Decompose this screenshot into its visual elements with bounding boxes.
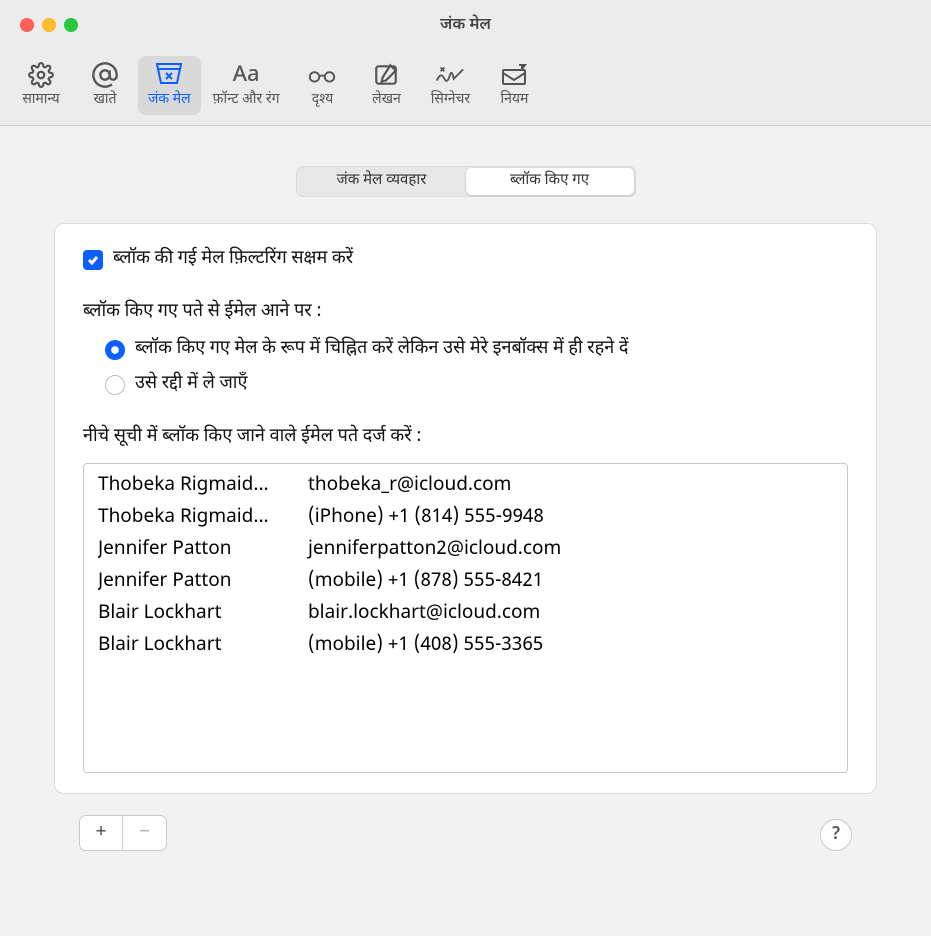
- signature-icon: [435, 60, 465, 90]
- junk-box-icon: [154, 60, 184, 90]
- glasses-icon: [307, 60, 337, 90]
- preferences-toolbar: सामान्य खाते जंक मेल Aa फ़ॉन्ट और रंग दृ…: [0, 50, 931, 126]
- segmented-control: जंक मेल व्यवहार ब्लॉक किए गए: [296, 166, 636, 197]
- tab-label: जंक मेल: [148, 90, 191, 109]
- radio-option-mark-as-junk: ब्लॉक किए गए मेल के रूप में चिह्नित करें…: [105, 338, 848, 361]
- tab-junk-mail[interactable]: जंक मेल: [138, 56, 201, 115]
- blocked-name: Thobeka Rigmaid...: [98, 502, 308, 534]
- radio-mark-as-junk[interactable]: [105, 340, 125, 360]
- compose-icon: [371, 60, 401, 90]
- blocked-contact: (iPhone) +1 (814) 555-9948: [308, 502, 833, 534]
- list-item: Blair Lockhartblair.lockhart@icloud.com: [98, 598, 833, 630]
- list-item: Blair Lockhart(mobile) +1 (408) 555-3365: [98, 630, 833, 662]
- list-item: Jennifer Patton(mobile) +1 (878) 555-842…: [98, 566, 833, 598]
- blocked-contact: jenniferpatton2@icloud.com: [308, 534, 833, 566]
- list-item: Thobeka Rigmaid...(iPhone) +1 (814) 555-…: [98, 502, 833, 534]
- gear-icon: [26, 60, 56, 90]
- radio-option-move-to-trash: उसे रद्दी में ले जाएँ: [105, 373, 848, 396]
- blocked-action-heading: ब्लॉक किए गए पते से ईमेल आने पर :: [83, 301, 848, 324]
- blocked-name: Thobeka Rigmaid...: [98, 470, 308, 502]
- close-window-button[interactable]: [20, 18, 34, 32]
- tab-general[interactable]: सामान्य: [10, 56, 72, 115]
- segment-blocked[interactable]: ब्लॉक किए गए: [466, 168, 634, 195]
- blocked-name: Blair Lockhart: [98, 630, 308, 662]
- title-bar: जंक मेल: [0, 0, 931, 50]
- minimize-window-button[interactable]: [42, 18, 56, 32]
- at-icon: [90, 60, 120, 90]
- blocked-list[interactable]: Thobeka Rigmaid...thobeka_r@icloud.com T…: [83, 463, 848, 773]
- blocked-contact: (mobile) +1 (878) 555-8421: [308, 566, 833, 598]
- tab-label: सिग्नेचर: [431, 90, 470, 109]
- list-item: Jennifer Pattonjenniferpatton2@icloud.co…: [98, 534, 833, 566]
- enable-blocked-filter-row: ब्लॉक की गई मेल फ़िल्टरिंग सक्षम करें: [83, 248, 848, 271]
- blocked-name: Jennifer Patton: [98, 566, 308, 598]
- blocked-list-heading: नीचे सूची में ब्लॉक किए जाने वाले ईमेल प…: [83, 426, 848, 449]
- tab-label: दृश्य: [312, 90, 334, 109]
- help-button[interactable]: ?: [820, 819, 852, 851]
- segment-junk-behavior[interactable]: जंक मेल व्यवहार: [298, 168, 466, 195]
- tab-rules[interactable]: नियम: [483, 56, 545, 115]
- tab-label: नियम: [501, 90, 529, 109]
- blocked-contact: thobeka_r@icloud.com: [308, 470, 833, 502]
- add-button[interactable]: +: [79, 815, 123, 851]
- window-title: जंक मेल: [0, 15, 931, 36]
- tab-viewing[interactable]: दृश्य: [291, 56, 353, 115]
- window-controls: [20, 18, 78, 32]
- list-edit-buttons: + −: [79, 815, 167, 851]
- tab-fonts-colors[interactable]: Aa फ़ॉन्ट और रंग: [203, 56, 290, 115]
- blocked-name: Blair Lockhart: [98, 598, 308, 630]
- tab-signatures[interactable]: सिग्नेचर: [419, 56, 481, 115]
- list-item: Thobeka Rigmaid...thobeka_r@icloud.com: [98, 470, 833, 502]
- rules-icon: [499, 60, 529, 90]
- tab-label: लेखन: [372, 90, 401, 109]
- tab-label: फ़ॉन्ट और रंग: [213, 90, 280, 109]
- enable-blocked-label: ब्लॉक की गई मेल फ़िल्टरिंग सक्षम करें: [113, 248, 353, 271]
- blocked-name: Jennifer Patton: [98, 534, 308, 566]
- tab-label: सामान्य: [22, 90, 59, 109]
- tab-accounts[interactable]: खाते: [74, 56, 136, 115]
- radio-move-to-trash[interactable]: [105, 375, 125, 395]
- blocked-pane: ब्लॉक की गई मेल फ़िल्टरिंग सक्षम करें ब्…: [54, 223, 877, 794]
- tab-label: खाते: [93, 90, 116, 109]
- aa-icon: Aa: [231, 60, 261, 90]
- content-area: जंक मेल व्यवहार ब्लॉक किए गए ब्लॉक की गई…: [0, 126, 931, 814]
- blocked-action-radio-group: ब्लॉक किए गए मेल के रूप में चिह्नित करें…: [105, 338, 848, 396]
- preferences-window: जंक मेल सामान्य खाते जंक मेल Aa फ़ॉन्ट औ…: [0, 0, 931, 936]
- maximize-window-button[interactable]: [64, 18, 78, 32]
- radio-label: ब्लॉक किए गए मेल के रूप में चिह्नित करें…: [135, 338, 628, 361]
- remove-button[interactable]: −: [123, 815, 167, 851]
- radio-label: उसे रद्दी में ले जाएँ: [135, 373, 247, 396]
- blocked-contact: (mobile) +1 (408) 555-3365: [308, 630, 833, 662]
- blocked-contact: blair.lockhart@icloud.com: [308, 598, 833, 630]
- tab-composing[interactable]: लेखन: [355, 56, 417, 115]
- enable-blocked-checkbox[interactable]: [83, 250, 103, 270]
